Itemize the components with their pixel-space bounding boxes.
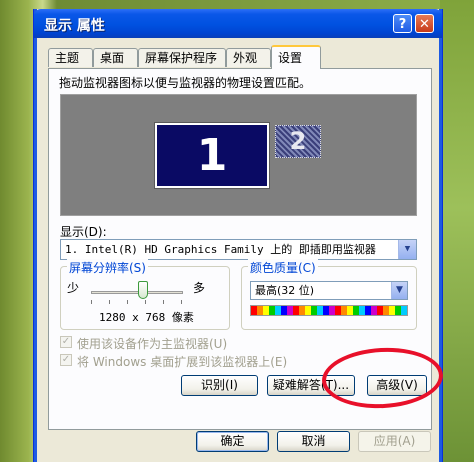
primary-monitor-checkbox[interactable]: ✓ (60, 336, 72, 348)
apply-button[interactable]: 应用(A) (358, 431, 431, 452)
slider-tick (91, 300, 92, 304)
extend-desktop-label: 将 Windows 桌面扩展到该监视器上(E) (77, 355, 288, 369)
color-quality-value: 最高(32 位) (255, 284, 315, 297)
title-bar[interactable]: 显示 属性 ? ✕ (34, 9, 442, 38)
window-title: 显示 属性 (44, 18, 105, 34)
primary-monitor-label: 使用该设备作为主监视器(U) (77, 337, 228, 351)
monitor-arrangement-area[interactable]: 1 2 (60, 94, 417, 216)
cancel-button[interactable]: 取消 (277, 431, 350, 452)
slider-ticks (91, 300, 183, 304)
resolution-slider-track[interactable] (91, 291, 183, 294)
tab-appearance[interactable]: 外观 (226, 48, 271, 67)
close-button[interactable]: ✕ (415, 14, 434, 33)
chevron-down-icon[interactable]: ▼ (398, 240, 416, 259)
slider-tick (145, 300, 146, 304)
resolution-group: 屏幕分辨率(S) 少 多 1280 x 768 像素 (60, 259, 230, 330)
slider-tick (181, 300, 182, 304)
color-quality-group: 颜色质量(C) 最高(32 位) ▼ (241, 259, 417, 330)
display-dropdown[interactable]: 1. Intel(R) HD Graphics Family 上的 即插即用监视… (60, 239, 417, 260)
tab-desktop[interactable]: 桌面 (93, 48, 138, 67)
slider-tick (109, 300, 110, 304)
monitor-1-icon[interactable]: 1 (154, 122, 270, 189)
display-label: 显示(D): (60, 225, 107, 239)
resolution-less-label: 少 (67, 281, 80, 295)
help-button[interactable]: ? (393, 14, 412, 33)
slider-tick (127, 300, 128, 304)
slider-tick (163, 300, 164, 304)
resolution-title: 屏幕分辨率(S) (67, 259, 148, 276)
chevron-down-icon[interactable]: ▼ (391, 282, 407, 299)
resolution-value: 1280 x 768 像素 (99, 311, 194, 324)
color-spectrum-bar (250, 305, 408, 316)
tab-screensaver[interactable]: 屏幕保护程序 (138, 48, 226, 67)
resolution-more-label: 多 (193, 281, 206, 295)
display-dropdown-value: 1. Intel(R) HD Graphics Family 上的 即插即用监视… (65, 243, 376, 256)
monitor-2-icon[interactable]: 2 (275, 125, 321, 158)
resolution-slider-thumb[interactable] (138, 281, 149, 299)
color-quality-dropdown[interactable]: 最高(32 位) ▼ (250, 281, 408, 300)
identify-button[interactable]: 识别(I) (181, 375, 258, 396)
tab-themes[interactable]: 主题 (48, 48, 93, 67)
ok-button[interactable]: 确定 (196, 431, 269, 452)
extend-desktop-checkbox[interactable]: ✓ (60, 354, 72, 366)
tab-settings[interactable]: 设置 (271, 45, 321, 69)
instruction-text: 拖动监视器图标以便与监视器的物理设置匹配。 (59, 76, 312, 90)
tab-strip: 主题 桌面 屏幕保护程序 外观 设置 (48, 45, 428, 69)
desktop-background (440, 0, 474, 462)
color-quality-title: 颜色质量(C) (248, 259, 318, 276)
